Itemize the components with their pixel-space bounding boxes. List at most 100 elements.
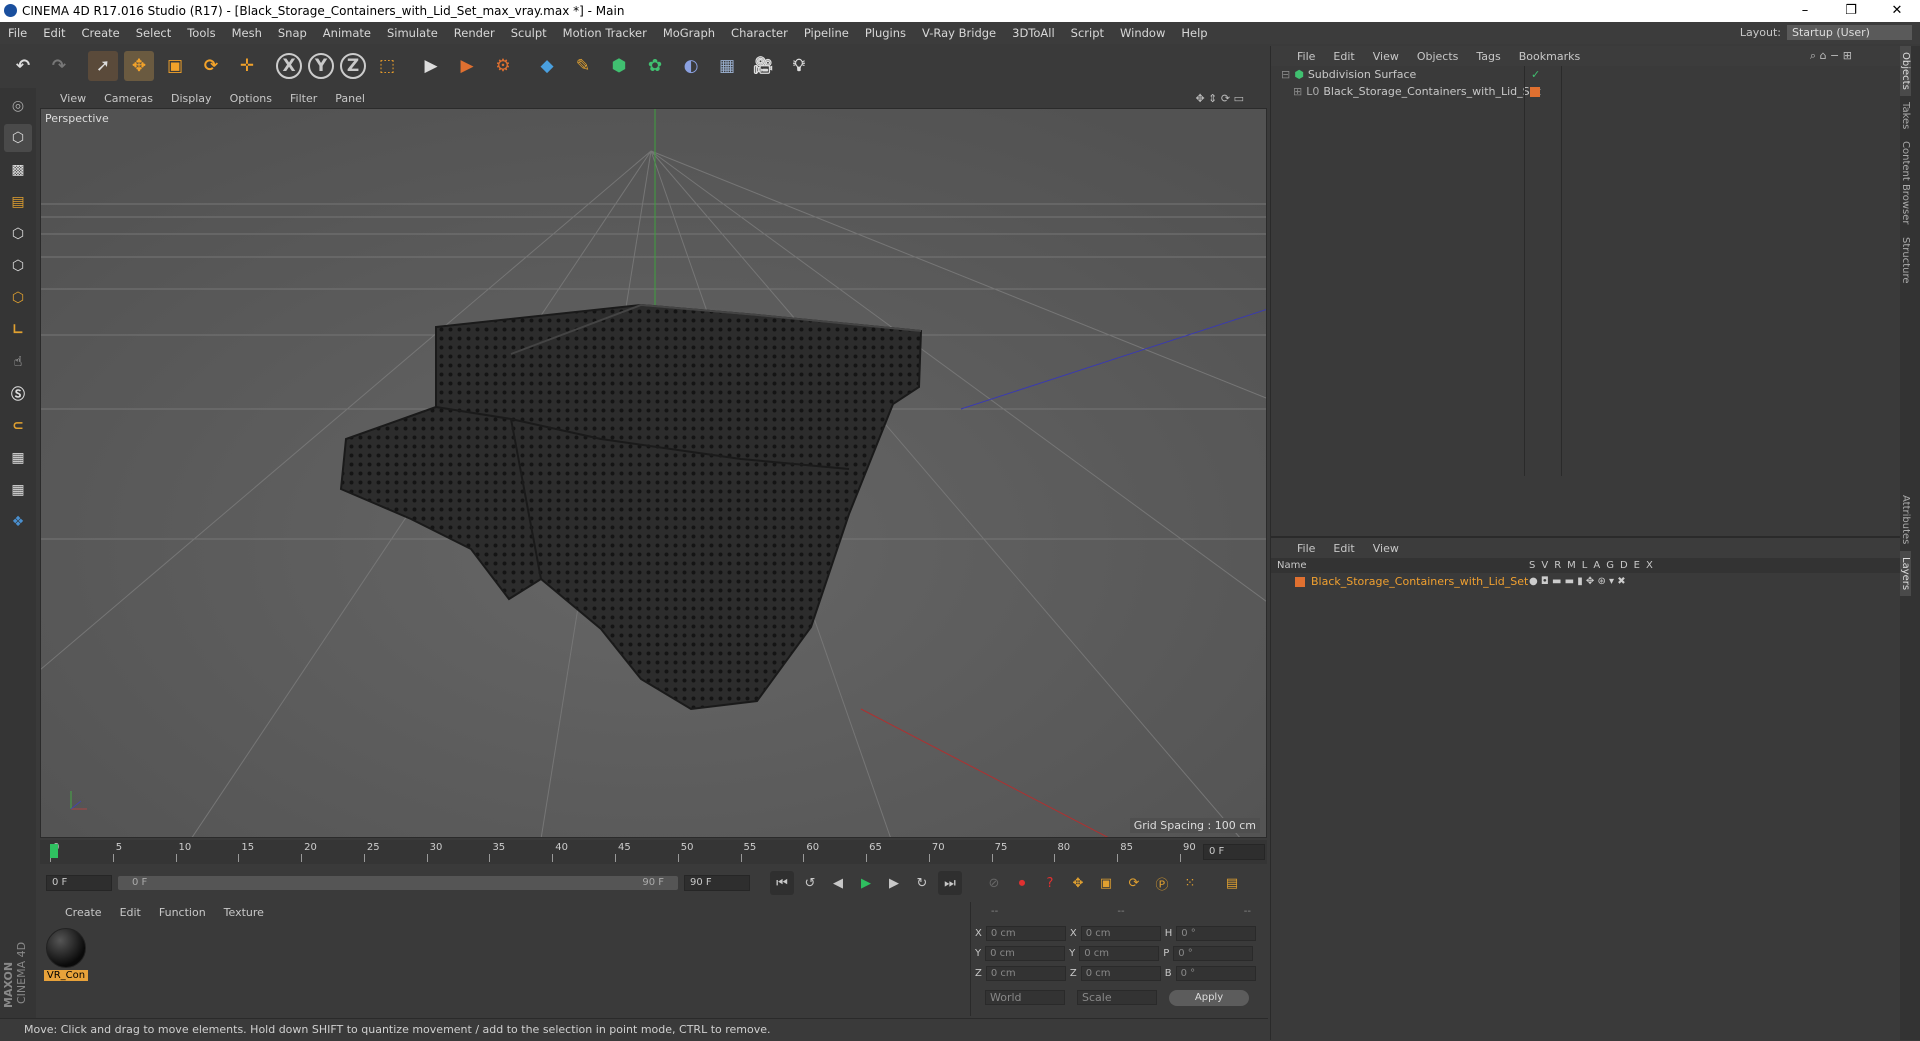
expand-icon[interactable]: ⊟ bbox=[1281, 68, 1290, 81]
perspective-viewport[interactable]: Perspective Grid Spacing : 100 cm bbox=[40, 108, 1267, 838]
size-y-field[interactable]: 0 cm bbox=[1079, 946, 1160, 961]
floor-scene-icon[interactable]: ▦ bbox=[712, 51, 742, 81]
key-scale-icon[interactable]: ▣ bbox=[1094, 871, 1118, 895]
model-mode-icon[interactable]: ⬡ bbox=[4, 124, 32, 152]
axis-mode-icon[interactable]: ∟ bbox=[4, 316, 32, 344]
menu-mograph[interactable]: MoGraph bbox=[655, 26, 723, 40]
timeline-playhead[interactable] bbox=[50, 844, 58, 858]
polygons-mode-icon[interactable]: ⬡ bbox=[4, 284, 32, 312]
workplane-lock-icon[interactable]: ▦ bbox=[4, 444, 32, 472]
loop-icon[interactable]: ↺ bbox=[798, 871, 822, 895]
menu-create[interactable]: Create bbox=[74, 26, 128, 40]
tab-layers[interactable]: Layers bbox=[1900, 550, 1911, 596]
size-x-field[interactable]: 0 cm bbox=[1080, 926, 1161, 941]
rot-h-field[interactable]: 0 ° bbox=[1176, 926, 1257, 941]
tab-takes[interactable]: Takes bbox=[1900, 96, 1911, 135]
maximize-button[interactable]: ❐ bbox=[1828, 0, 1874, 22]
goto-start-icon[interactable]: ⏮ bbox=[770, 871, 794, 895]
select-tool-icon[interactable]: ➚ bbox=[88, 51, 118, 81]
step-back-icon[interactable]: ◀ bbox=[826, 871, 850, 895]
coordinate-system-icon[interactable]: ⬚ bbox=[372, 51, 402, 81]
tab-content-browser[interactable]: Content Browser bbox=[1900, 135, 1911, 230]
timeline-window-icon[interactable]: ▤ bbox=[1220, 871, 1244, 895]
layer-flag-icons[interactable]: ● ◘ ▬ ▬ ▮ ✥ ⊛ ▾ ✖ bbox=[1529, 576, 1626, 587]
end-frame-field[interactable]: 90 F bbox=[684, 875, 750, 891]
menu-mesh[interactable]: Mesh bbox=[224, 26, 270, 40]
move-tool-icon[interactable]: ✥ bbox=[124, 51, 154, 81]
key-pla-icon[interactable]: ⁙ bbox=[1178, 871, 1202, 895]
layer-menu-edit[interactable]: Edit bbox=[1333, 542, 1354, 555]
mat-menu-texture[interactable]: Texture bbox=[224, 906, 264, 919]
menu-render[interactable]: Render bbox=[446, 26, 503, 40]
pos-y-field[interactable]: 0 cm bbox=[985, 946, 1066, 961]
spline-pen-icon[interactable]: ✎ bbox=[568, 51, 598, 81]
x-axis-lock-icon[interactable]: X bbox=[276, 53, 302, 79]
mat-menu-function[interactable]: Function bbox=[159, 906, 206, 919]
rot-b-field[interactable]: 0 ° bbox=[1175, 966, 1256, 981]
obj-menu-view[interactable]: View bbox=[1373, 50, 1399, 63]
autokey-icon[interactable]: ? bbox=[1038, 871, 1062, 895]
timeline-ruler[interactable]: 051015202530354045505560657075808590 0 F bbox=[40, 840, 1267, 864]
play-icon[interactable]: ▶ bbox=[854, 871, 878, 895]
rot-p-field[interactable]: 0 ° bbox=[1173, 946, 1254, 961]
camera-icon[interactable]: 🎥︎ bbox=[748, 51, 778, 81]
key-parameter-icon[interactable]: Ⓟ bbox=[1150, 871, 1174, 895]
mat-menu-edit[interactable]: Edit bbox=[120, 906, 141, 919]
viewport-menu-display[interactable]: Display bbox=[171, 92, 212, 105]
key-rotation-icon[interactable]: ⟳ bbox=[1122, 871, 1146, 895]
minimize-button[interactable]: – bbox=[1782, 0, 1828, 22]
deformer-icon[interactable]: ◐ bbox=[676, 51, 706, 81]
undo-icon[interactable]: ↶ bbox=[8, 51, 38, 81]
step-forward-icon[interactable]: ▶ bbox=[882, 871, 906, 895]
workplane-grid-icon[interactable]: ▦ bbox=[4, 476, 32, 504]
menu-vray-bridge[interactable]: V-Ray Bridge bbox=[914, 26, 1004, 40]
object-subdivision-surface[interactable]: ⊟ ⬢ Subdivision Surface ✓ bbox=[1271, 66, 1901, 83]
object-black-storage-containers[interactable]: ⊞ L0 Black_Storage_Containers_with_Lid_S… bbox=[1271, 83, 1901, 100]
python-icon[interactable]: ❖ bbox=[4, 508, 32, 536]
obj-menu-bookmarks[interactable]: Bookmarks bbox=[1519, 50, 1580, 63]
menu-plugins[interactable]: Plugins bbox=[857, 26, 914, 40]
menu-character[interactable]: Character bbox=[723, 26, 796, 40]
key-position-icon[interactable]: ✥ bbox=[1066, 871, 1090, 895]
light-icon[interactable]: 💡︎ bbox=[784, 51, 814, 81]
material-swatch[interactable]: VR_Con bbox=[44, 928, 88, 981]
layer-color-tag[interactable] bbox=[1530, 86, 1540, 97]
points-mode-icon[interactable]: ⬡ bbox=[4, 220, 32, 248]
start-frame-field[interactable]: 0 F bbox=[46, 875, 112, 891]
apply-button[interactable]: Apply bbox=[1169, 990, 1249, 1006]
render-view-icon[interactable]: ▶ bbox=[416, 51, 446, 81]
layer-menu-view[interactable]: View bbox=[1373, 542, 1399, 555]
pos-x-field[interactable]: 0 cm bbox=[985, 926, 1066, 941]
coord-size-dropdown[interactable]: Scale bbox=[1077, 990, 1157, 1005]
render-settings-icon[interactable]: ⚙ bbox=[488, 51, 518, 81]
texture-mode-icon[interactable]: ▩ bbox=[4, 156, 32, 184]
current-frame-field[interactable]: 0 F bbox=[1203, 844, 1265, 860]
viewport-nav-icons[interactable]: ✥ ⇕ ⟳ ▭ bbox=[1195, 92, 1244, 105]
layout-dropdown[interactable]: Startup (User) bbox=[1787, 25, 1912, 40]
menu-help[interactable]: Help bbox=[1173, 26, 1215, 40]
menu-animate[interactable]: Animate bbox=[315, 26, 379, 40]
mat-menu-create[interactable]: Create bbox=[65, 906, 102, 919]
menu-simulate[interactable]: Simulate bbox=[379, 26, 446, 40]
menu-pipeline[interactable]: Pipeline bbox=[796, 26, 857, 40]
expand-icon[interactable]: ⊞ bbox=[1293, 85, 1302, 98]
goto-end-icon[interactable]: ⏭ bbox=[938, 871, 962, 895]
key-disabled-icon[interactable]: ⊘ bbox=[982, 871, 1006, 895]
viewport-menu-cameras[interactable]: Cameras bbox=[104, 92, 153, 105]
objects-search-icon[interactable]: ⌕ ⌂ − ⊞ bbox=[1810, 49, 1852, 63]
menu-tools[interactable]: Tools bbox=[179, 26, 223, 40]
menu-select[interactable]: Select bbox=[128, 26, 179, 40]
obj-menu-edit[interactable]: Edit bbox=[1333, 50, 1354, 63]
solo-mode-icon[interactable]: Ⓢ bbox=[4, 380, 32, 408]
menu-3dtoall[interactable]: 3DToAll bbox=[1004, 26, 1063, 40]
subdivision-generator-icon[interactable]: ⬢ bbox=[604, 51, 634, 81]
close-button[interactable]: ✕ bbox=[1874, 0, 1920, 22]
redo-icon[interactable]: ↷ bbox=[44, 51, 74, 81]
tab-attributes[interactable]: Attributes bbox=[1900, 489, 1911, 550]
edges-mode-icon[interactable]: ⬡ bbox=[4, 252, 32, 280]
snap-magnet-icon[interactable]: ⊂ bbox=[4, 412, 32, 440]
tweak-mode-icon[interactable]: ☝ bbox=[4, 348, 32, 376]
render-picture-viewer-icon[interactable]: ▶ bbox=[452, 51, 482, 81]
menu-edit[interactable]: Edit bbox=[35, 26, 73, 40]
menu-window[interactable]: Window bbox=[1112, 26, 1173, 40]
